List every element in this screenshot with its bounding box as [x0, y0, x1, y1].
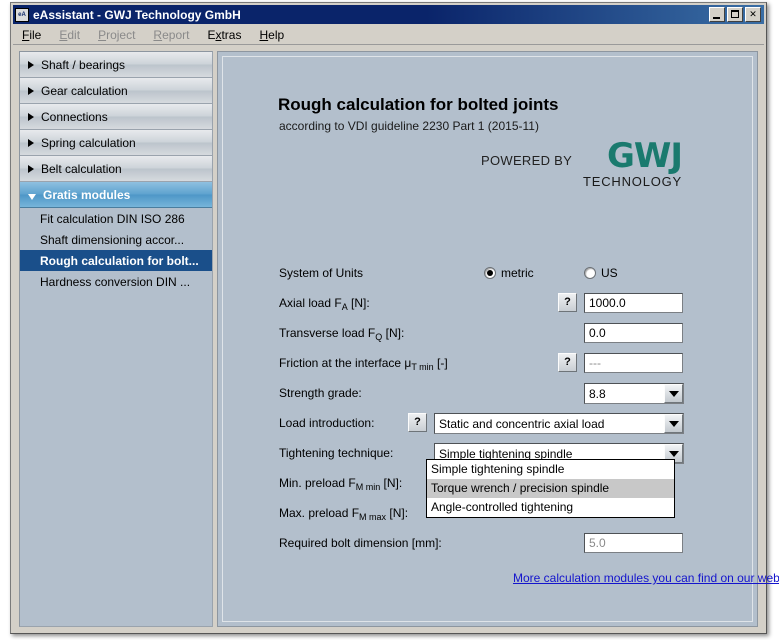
label-max-preload: Max. preload FM max [N]: [279, 506, 408, 520]
menu-item-file[interactable]: File [13, 26, 50, 44]
row-friction: Friction at the interface μT min [-] ? -… [279, 353, 749, 375]
sidebar-group-label: Connections [41, 110, 108, 124]
label-tightening-technique: Tightening technique: [279, 446, 393, 460]
label-load-introduction: Load introduction: [279, 416, 374, 430]
menu-bar: File Edit Project Report Extras Help [13, 25, 764, 45]
label-strength-grade: Strength grade: [279, 386, 362, 400]
radio-metric[interactable]: metric [484, 266, 534, 280]
sidebar-group-shaft-bearings[interactable]: Shaft / bearings [20, 52, 212, 78]
label-transverse-load: Transverse load FQ [N]: [279, 326, 404, 340]
page-subtitle: according to VDI guideline 2230 Part 1 (… [279, 119, 539, 133]
gwj-logo-mark: GWJ [583, 139, 682, 173]
page-title: Rough calculation for bolted joints [278, 95, 559, 115]
input-transverse-load[interactable]: 0.0 [584, 323, 683, 343]
minimize-button[interactable] [709, 7, 725, 22]
minimize-icon [713, 17, 720, 19]
sidebar-group-label: Belt calculation [41, 162, 122, 176]
close-button[interactable]: ✕ [745, 7, 761, 22]
window-title: eAssistant - GWJ Technology GmbH [33, 8, 709, 22]
more-modules-link[interactable]: More calculation modules you can find on… [513, 571, 779, 585]
sidebar-group-belt-calculation[interactable]: Belt calculation [20, 156, 212, 182]
row-axial-load: Axial load FA [N]: ? 1000.0 [279, 293, 749, 315]
chevron-right-icon [28, 113, 34, 121]
sidebar-item-shaft-dimensioning[interactable]: Shaft dimensioning accor... [20, 229, 212, 250]
content-panel: Rough calculation for bolted joints acco… [217, 51, 758, 627]
menu-item-edit: Edit [50, 26, 89, 44]
radio-us-label: US [601, 266, 618, 280]
sidebar-group-connections[interactable]: Connections [20, 104, 212, 130]
label-axial-load: Axial load FA [N]: [279, 296, 370, 310]
row-strength-grade: Strength grade: 8.8 [279, 383, 749, 405]
window-controls: ✕ [709, 7, 761, 22]
title-bar: eA eAssistant - GWJ Technology GmbH ✕ [13, 5, 764, 24]
body-area: Shaft / bearings Gear calculation Connec… [15, 47, 762, 631]
input-friction[interactable]: --- [584, 353, 683, 373]
menu-item-report: Report [144, 26, 198, 44]
menu-item-extras[interactable]: Extras [198, 26, 250, 44]
dropdown-option-torque-wrench[interactable]: Torque wrench / precision spindle [427, 479, 674, 498]
radio-us-icon [584, 267, 596, 279]
output-required-bolt-dimension: 5.0 [584, 533, 683, 553]
maximize-button[interactable] [727, 7, 743, 22]
chevron-right-icon [28, 139, 34, 147]
row-transverse-load: Transverse load FQ [N]: 0.0 [279, 323, 749, 345]
sidebar-group-spring-calculation[interactable]: Spring calculation [20, 130, 212, 156]
help-button-load-introduction[interactable]: ? [408, 413, 427, 432]
combo-strength-grade-value: 8.8 [585, 387, 664, 401]
menu-item-help[interactable]: Help [250, 26, 293, 44]
sidebar-item-fit-calculation[interactable]: Fit calculation DIN ISO 286 [20, 208, 212, 229]
dropdown-tightening-technique-list[interactable]: Simple tightening spindle Torque wrench … [426, 459, 675, 518]
sidebar-group-label: Gear calculation [41, 84, 128, 98]
sidebar-group-gratis-modules[interactable]: Gratis modules [20, 182, 212, 208]
sidebar-item-hardness-conversion[interactable]: Hardness conversion DIN ... [20, 271, 212, 292]
sidebar-group-label: Spring calculation [41, 136, 136, 150]
chevron-right-icon [28, 87, 34, 95]
chevron-right-icon [28, 165, 34, 173]
row-load-introduction: Load introduction: ? Static and concentr… [279, 413, 749, 435]
label-system-of-units: System of Units [279, 266, 363, 280]
sidebar-item-rough-calculation-bolts[interactable]: Rough calculation for bolt... [20, 250, 212, 271]
maximize-icon [731, 10, 739, 18]
sidebar-group-gear-calculation[interactable]: Gear calculation [20, 78, 212, 104]
input-axial-load[interactable]: 1000.0 [584, 293, 683, 313]
combo-strength-grade[interactable]: 8.8 [584, 383, 684, 404]
dropdown-option-simple-tightening-spindle[interactable]: Simple tightening spindle [427, 460, 674, 479]
label-required-bolt-dimension: Required bolt dimension [mm]: [279, 536, 442, 550]
application-window: eA eAssistant - GWJ Technology GmbH ✕ Fi… [10, 2, 767, 634]
radio-us[interactable]: US [584, 266, 618, 280]
menu-item-project: Project [89, 26, 144, 44]
sidebar: Shaft / bearings Gear calculation Connec… [19, 51, 213, 627]
chevron-down-icon[interactable] [664, 414, 683, 433]
radio-metric-label: metric [501, 266, 534, 280]
combo-load-introduction-value: Static and concentric axial load [435, 417, 664, 431]
app-icon: eA [15, 8, 29, 22]
row-system-of-units: System of Units metric US [279, 263, 749, 285]
gwj-logo-subtitle: TECHNOLOGY [583, 174, 682, 189]
powered-by-label: POWERED BY [481, 153, 572, 168]
label-min-preload: Min. preload FM min [N]: [279, 476, 402, 490]
sidebar-group-label: Shaft / bearings [41, 58, 125, 72]
label-friction: Friction at the interface μT min [-] [279, 356, 448, 370]
help-button-friction[interactable]: ? [558, 353, 577, 372]
sidebar-group-label: Gratis modules [43, 188, 130, 202]
row-required-bolt-dimension: Required bolt dimension [mm]: 5.0 [279, 533, 749, 555]
radio-metric-icon [484, 267, 496, 279]
dropdown-option-angle-controlled[interactable]: Angle-controlled tightening [427, 498, 674, 517]
chevron-down-icon [28, 194, 36, 200]
chevron-right-icon [28, 61, 34, 69]
content-inner: Rough calculation for bolted joints acco… [222, 56, 753, 622]
combo-load-introduction[interactable]: Static and concentric axial load [434, 413, 684, 434]
chevron-down-icon[interactable] [664, 384, 683, 403]
help-button-axial-load[interactable]: ? [558, 293, 577, 312]
gwj-logo: GWJ TECHNOLOGY [583, 139, 682, 189]
